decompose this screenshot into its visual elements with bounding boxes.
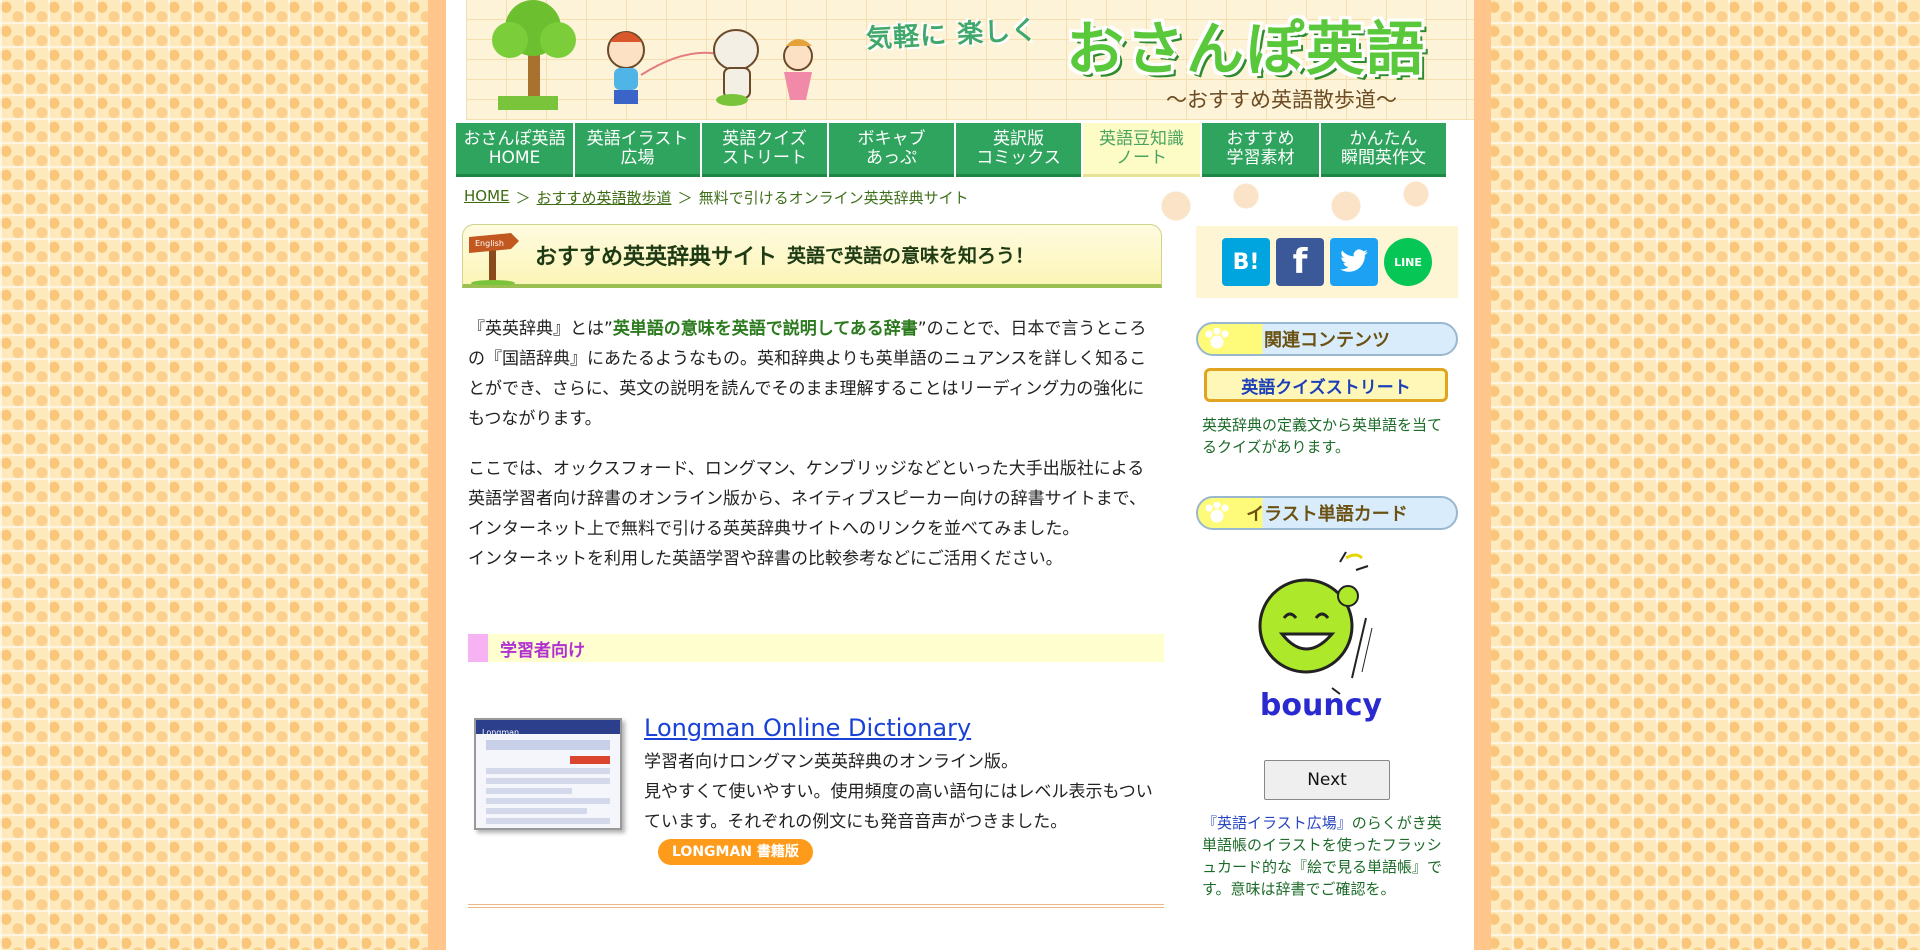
quiz-street-button[interactable]: 英語クイズストリート <box>1204 368 1448 402</box>
nav-item-composition[interactable]: かんたん 瞬間英作文 <box>1321 123 1446 177</box>
section-title: 学習者向け <box>500 640 585 661</box>
site-subtitle: 〜おすすめ英語散歩道〜 <box>1166 88 1397 112</box>
paw-icon <box>1204 502 1230 524</box>
breadcrumb-separator: ＞ <box>515 189 531 207</box>
breadcrumb-parent[interactable]: おすすめ英語散歩道 <box>537 187 672 208</box>
twitter-share-button[interactable] <box>1330 238 1378 286</box>
breadcrumb: HOME ＞ おすすめ英語散歩道 ＞ 無料で引けるオンライン英英辞典サイト <box>464 187 969 208</box>
flashcard-word: bouncy <box>1259 688 1383 723</box>
card-description: 『英語イラスト広場』のらくがき英単語帳のイラストを使ったフラッシュカード的な『絵… <box>1202 814 1443 898</box>
breadcrumb-current: 無料で引けるオンライン英英辞典サイト <box>698 189 969 207</box>
related-content-header: 関連コンテンツ <box>1196 322 1458 356</box>
paw-icon <box>1204 328 1230 350</box>
longman-thumbnail[interactable]: Longman <box>474 718 622 830</box>
facebook-share-button[interactable]: f <box>1276 238 1324 286</box>
site-header: 気軽に 楽しく おさんぽ英語 〜おすすめ英語散歩道〜 <box>466 0 1474 120</box>
nav-item-trivia[interactable]: 英語豆知識 ノート <box>1083 123 1200 177</box>
page-container: 気軽に 楽しく おさんぽ英語 〜おすすめ英語散歩道〜 おさんぽ英語 HOME 英語… <box>446 0 1474 950</box>
tree-illustration <box>492 0 576 110</box>
illustration-card-header: イラスト単語カード <box>1196 496 1458 530</box>
hatena-bookmark-button[interactable]: B! <box>1222 238 1270 286</box>
entry-divider <box>468 904 1164 908</box>
children-dog-illustration <box>607 29 813 106</box>
nav-item-vocab[interactable]: ボキャブ あっぷ <box>829 123 954 177</box>
longman-description: 学習者向けロングマン英英辞典のオンライン版。 見やすくて使いやすい。使用頻度の高… <box>644 747 1164 867</box>
nav-item-comics[interactable]: 英訳版 コミックス <box>956 123 1081 177</box>
nav-item-home[interactable]: おさんぽ英語 HOME <box>456 123 573 177</box>
svg-text:English: English <box>475 239 504 248</box>
breadcrumb-home[interactable]: HOME <box>464 187 510 208</box>
quiz-description: 英英辞典の定義文から英単語を当てるクイズがあります。 <box>1202 416 1443 456</box>
section-marker <box>468 634 488 662</box>
thumbnail-header: Longman <box>476 720 620 737</box>
longman-book-badge[interactable]: LONGMAN 書籍版 <box>658 839 813 865</box>
signpost-icon: English <box>469 232 519 285</box>
main-nav: おさんぽ英語 HOME 英語イラスト 広場 英語クイズ ストリート ボキャブ あっぷ 英… <box>456 123 1466 177</box>
page-heading: English おすすめ英英辞典サイト 英語で英語の意味を知ろう！ <box>462 224 1162 288</box>
section-header: 学習者向け <box>468 634 1164 662</box>
line-share-button[interactable]: LINE <box>1384 238 1432 286</box>
next-card-button[interactable]: Next <box>1264 760 1390 800</box>
longman-dictionary-link[interactable]: Longman Online Dictionary <box>644 714 971 742</box>
page-title: おすすめ英英辞典サイト <box>535 244 778 270</box>
illustration-plaza-link[interactable]: 『英語イラスト広場』 <box>1202 814 1352 832</box>
nav-item-quiz[interactable]: 英語クイズ ストリート <box>702 123 827 177</box>
share-buttons: B! f LINE <box>1196 226 1458 298</box>
site-title[interactable]: おさんぽ英語 <box>1066 2 1426 86</box>
site-tagline: 気軽に 楽しく <box>865 15 1039 55</box>
page-subtitle: 英語で英語の意味を知ろう！ <box>787 245 1035 267</box>
twitter-bird-icon <box>1340 249 1368 272</box>
intro-paragraph-1: 『英英辞典』とは”英単語の意味を英語で説明してある辞書”のことで、日本で言うとこ… <box>468 319 1147 429</box>
nav-item-materials[interactable]: おすすめ 学習素材 <box>1202 123 1319 177</box>
nav-item-illustration[interactable]: 英語イラスト 広場 <box>575 123 700 177</box>
breadcrumb-separator: ＞ <box>677 189 693 207</box>
intro-paragraph-2: ここでは、オックスフォード、ロングマン、ケンブリッジなどといった大手出版社による… <box>468 459 1146 569</box>
